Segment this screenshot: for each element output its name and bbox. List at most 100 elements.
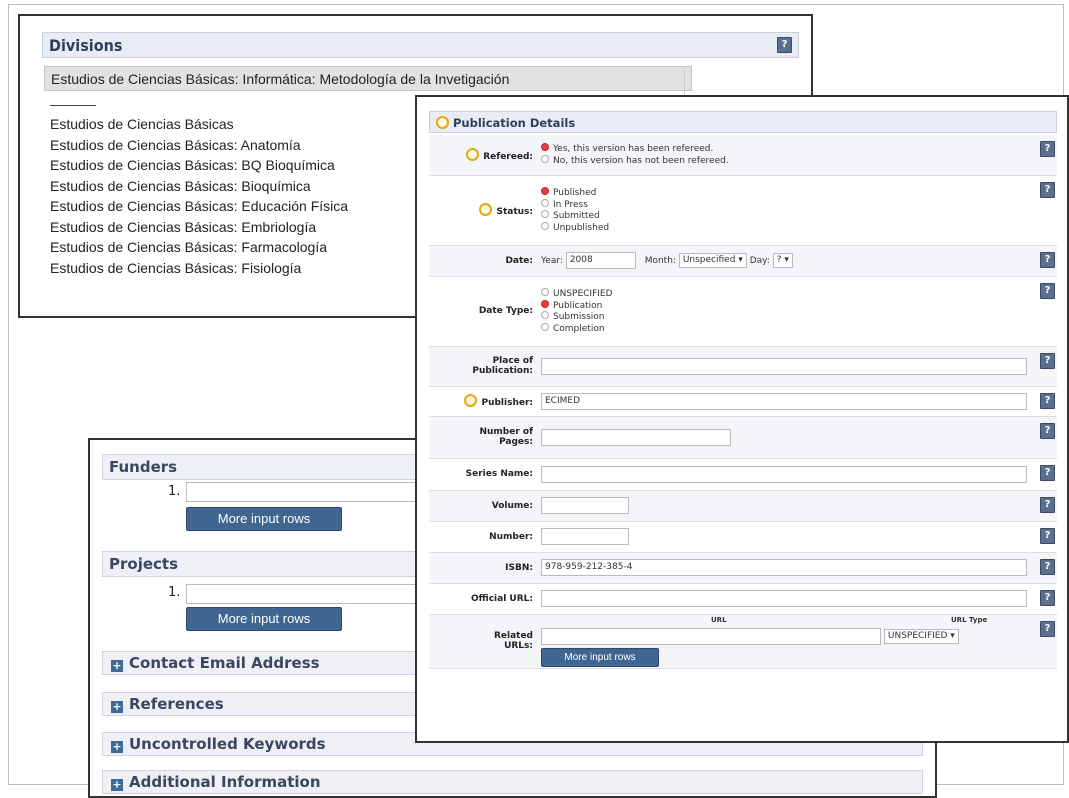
official-url-field-cell	[541, 583, 1033, 615]
url-column-header: URL	[711, 615, 727, 624]
help-icon[interactable]: ?	[1040, 589, 1055, 606]
radio-option[interactable]: Completion	[541, 322, 1033, 335]
related-url-input[interactable]	[541, 627, 881, 645]
radio-option[interactable]: In Press	[541, 198, 1033, 211]
number-input[interactable]	[541, 528, 629, 545]
chevron-down-icon: ▾	[784, 255, 789, 265]
radio-icon[interactable]	[541, 322, 549, 331]
radio-icon[interactable]	[541, 154, 549, 163]
help-icon[interactable]: ?	[1040, 496, 1055, 513]
label-text: Refereed:	[483, 151, 533, 162]
section-label: Contact Email Address	[129, 654, 320, 672]
refereed-label: Refereed:	[429, 135, 541, 176]
option-label: Publication	[553, 300, 603, 311]
official-url-input[interactable]	[541, 590, 1027, 607]
help-icon[interactable]: ?	[1040, 422, 1055, 439]
divisions-selected-item[interactable]: Estudios de Ciencias Básicas: Informátic…	[44, 66, 692, 91]
radio-icon[interactable]	[541, 221, 549, 230]
division-option[interactable]: Estudios de Ciencias Básicas	[50, 114, 348, 135]
date-row: Date: Year: 2008 Month: Unspecified ▾ Da…	[429, 245, 1057, 277]
section-label: References	[129, 695, 224, 713]
help-cell: ?	[1033, 614, 1057, 669]
expand-icon: +	[111, 659, 123, 672]
radio-option[interactable]: UNSPECIFIED	[541, 288, 1033, 300]
division-option[interactable]: Estudios de Ciencias Básicas: Fisiología	[50, 258, 348, 279]
division-option[interactable]: Estudios de Ciencias Básicas: BQ Bioquím…	[50, 155, 348, 176]
series-input[interactable]	[541, 465, 1027, 483]
additional-information-section[interactable]: + Additional Information	[102, 770, 923, 794]
place-field-cell	[541, 346, 1033, 387]
help-icon[interactable]: ?	[1040, 558, 1055, 575]
url-type-column-header: URL Type	[951, 615, 988, 624]
funders-input[interactable]	[186, 482, 426, 502]
radio-option[interactable]: Submission	[541, 311, 1033, 323]
help-icon[interactable]: ?	[1040, 620, 1055, 637]
isbn-row: ISBN: 978-959-212-385-4 ?	[429, 552, 1057, 584]
option-label: In Press	[553, 199, 588, 210]
day-select[interactable]: ? ▾	[772, 253, 793, 268]
division-option[interactable]: Estudios de Ciencias Básicas: Anatomía	[50, 135, 348, 156]
funders-more-rows-button[interactable]: More input rows	[186, 507, 342, 531]
publication-details-title: Publication Details	[453, 116, 576, 130]
label-line: Publication:	[472, 366, 533, 376]
url-type-select[interactable]: UNSPECIFIED ▾	[883, 628, 959, 644]
isbn-input[interactable]: 978-959-212-385-4	[541, 559, 1027, 576]
help-icon[interactable]: ?	[1040, 464, 1055, 481]
help-cell: ?	[1033, 458, 1057, 491]
radio-option[interactable]: Unpublished	[541, 221, 1033, 234]
series-row: Series Name: ?	[429, 458, 1057, 491]
radio-option[interactable]: Publication	[541, 299, 1033, 312]
date-fields: Year: 2008 Month: Unspecified ▾ Day: ? ▾	[541, 245, 1033, 277]
radio-selected-icon[interactable]	[541, 299, 549, 308]
label-line: Number of	[479, 427, 533, 437]
option-label: Yes, this version has been refereed.	[553, 144, 714, 155]
publisher-label: Publisher:	[429, 386, 541, 417]
radio-option[interactable]: Yes, this version has been refereed.	[541, 143, 1033, 155]
year-input[interactable]: 2008	[565, 252, 636, 269]
division-option[interactable]: Estudios de Ciencias Básicas: Educación …	[50, 196, 348, 217]
division-option[interactable]: Estudios de Ciencias Básicas: Bioquímica	[50, 176, 348, 197]
date-label: Date:	[429, 245, 541, 277]
radio-option[interactable]: Published	[541, 187, 1033, 199]
related-urls-label: Related URLs:	[429, 614, 541, 669]
label-text: Publisher:	[481, 398, 533, 408]
help-icon[interactable]: ?	[1040, 181, 1055, 198]
year-label: Year:	[541, 256, 563, 266]
volume-input[interactable]	[541, 497, 629, 514]
projects-row-number: 1.	[168, 585, 181, 600]
help-icon[interactable]: ?	[777, 37, 792, 53]
pages-input[interactable]	[541, 428, 731, 446]
help-icon[interactable]: ?	[1040, 527, 1055, 544]
help-icon[interactable]: ?	[1040, 251, 1055, 268]
related-urls-more-rows-button[interactable]: More input rows	[541, 647, 659, 667]
help-cell: ?	[1033, 490, 1057, 522]
label-line: Related	[493, 631, 533, 641]
pages-field-cell	[541, 416, 1033, 459]
radio-selected-icon[interactable]	[541, 187, 549, 195]
number-field-cell	[541, 521, 1033, 553]
month-select[interactable]: Unspecified ▾	[678, 253, 747, 268]
url-type-value: UNSPECIFIED	[887, 630, 948, 641]
projects-input[interactable]	[186, 584, 426, 604]
place-input[interactable]	[541, 357, 1027, 375]
radio-icon[interactable]	[541, 288, 549, 296]
radio-icon[interactable]	[541, 210, 549, 218]
radio-selected-icon[interactable]	[541, 143, 549, 152]
option-label: Submission	[553, 312, 605, 322]
help-icon[interactable]: ?	[1040, 352, 1055, 369]
help-icon[interactable]: ?	[1040, 392, 1055, 409]
divisions-scrollbar[interactable]	[684, 68, 695, 98]
publication-details-header: Publication Details	[429, 111, 1057, 133]
division-option[interactable]: Estudios de Ciencias Básicas: Farmacolog…	[50, 237, 348, 258]
radio-icon[interactable]	[541, 198, 549, 207]
projects-more-rows-button[interactable]: More input rows	[186, 607, 342, 631]
radio-option[interactable]: Submitted	[541, 210, 1033, 222]
label-line: Pages:	[499, 437, 533, 447]
radio-option[interactable]: No, this version has not been refereed.	[541, 154, 1033, 167]
radio-icon[interactable]	[541, 311, 549, 319]
publisher-input[interactable]: ECIMED	[541, 392, 1027, 410]
publication-details-panel: Publication Details Refereed: Yes, this …	[415, 95, 1069, 743]
division-option[interactable]: Estudios de Ciencias Básicas: Embriologí…	[50, 217, 348, 238]
help-icon[interactable]: ?	[1040, 282, 1055, 299]
help-icon[interactable]: ?	[1040, 141, 1055, 157]
